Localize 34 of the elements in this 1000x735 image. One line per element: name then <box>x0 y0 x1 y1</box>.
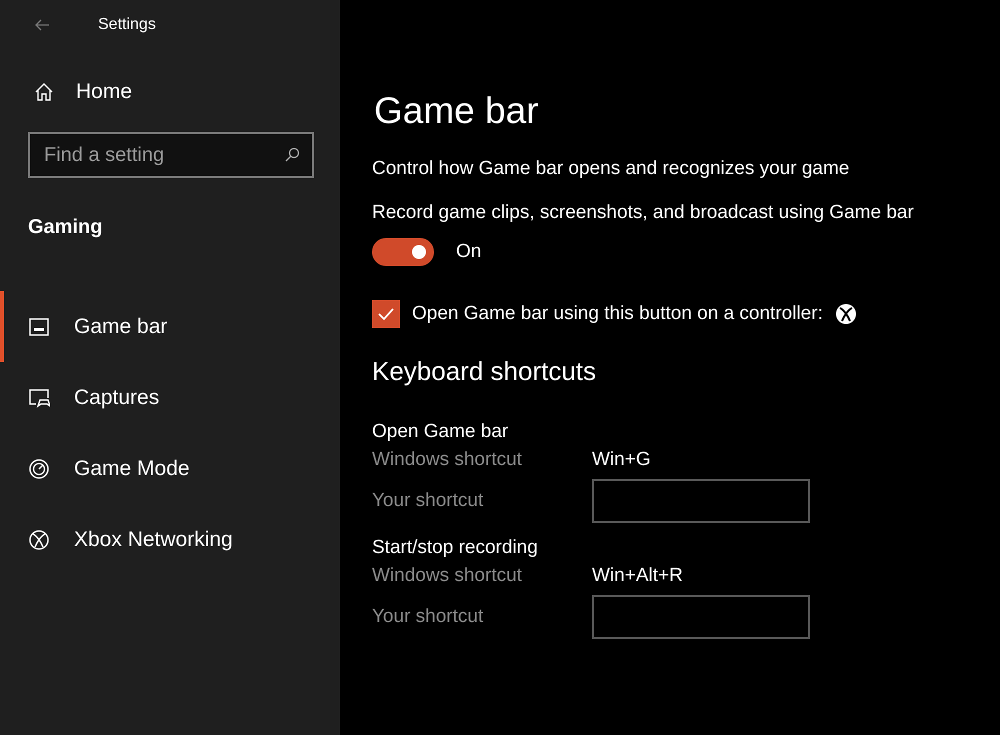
shortcut-label: Your shortcut <box>372 606 484 628</box>
xbox-icon <box>28 528 50 550</box>
toggle-switch[interactable] <box>372 238 434 266</box>
game-bar-icon <box>28 316 50 338</box>
xbox-icon <box>834 303 857 325</box>
search-field[interactable]: Find a setting <box>28 132 314 178</box>
section-heading: Gaming <box>28 216 102 239</box>
section-heading: Keyboard shortcuts <box>372 356 598 387</box>
sidebar-item[interactable]: Captures <box>0 362 340 433</box>
shortcut-value: Win+G <box>592 449 652 471</box>
window-title: Settings <box>98 16 156 34</box>
sidebar-item[interactable]: Game bar <box>0 291 340 362</box>
sidebar-item[interactable]: Game Mode <box>0 433 340 504</box>
search-icon <box>284 147 300 163</box>
shortcut-group-title: Open Game bar <box>372 421 508 443</box>
shortcut-input-field[interactable] <box>592 479 810 523</box>
shortcut-label: Windows shortcut <box>372 565 523 587</box>
toggle-label: Record game clips, screenshots, and broadcast using Game bar <box>372 202 915 224</box>
shortcut-label: Your shortcut <box>372 490 484 512</box>
toggle-state: On <box>456 241 482 263</box>
checkbox[interactable] <box>372 300 400 328</box>
shortcut-value: Win+Alt+R <box>592 565 684 587</box>
shortcut-input-field[interactable] <box>592 595 810 639</box>
home-icon <box>34 82 54 102</box>
shortcut-group-title: Start/stop recording <box>372 537 538 559</box>
page-description: Control how Game bar opens and recognizes your game <box>372 158 850 180</box>
sidebar-item[interactable]: Xbox Networking <box>0 504 340 575</box>
checkbox-label: Open Game bar using this button on a controller: <box>412 303 823 325</box>
home-link[interactable]: Home <box>34 80 132 104</box>
page-title: Game bar <box>374 90 540 132</box>
back-arrow-icon[interactable] <box>34 17 50 33</box>
gauge-icon <box>28 458 50 480</box>
shortcut-label: Windows shortcut <box>372 449 523 471</box>
captures-icon <box>28 386 50 408</box>
